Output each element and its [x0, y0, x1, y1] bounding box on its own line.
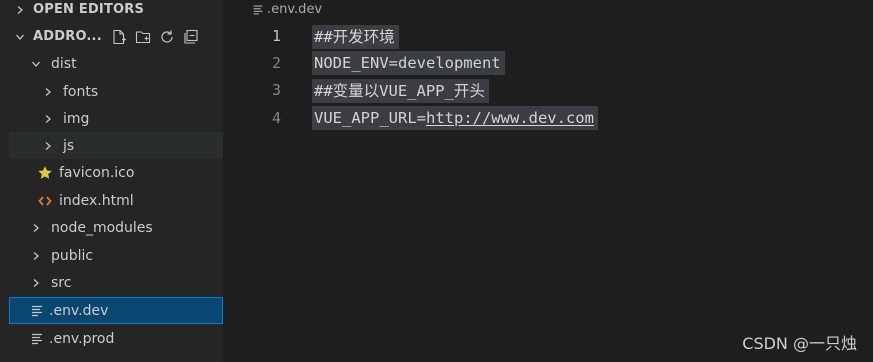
editor-area[interactable]: .env.dev 1 ##开发环境 2 NODE_ENV=development…: [223, 0, 873, 362]
code-text: NODE_ENV=development: [312, 50, 505, 75]
tree-item-label: dist: [51, 55, 77, 72]
star-icon: [37, 165, 53, 181]
tree-item-img[interactable]: img: [9, 105, 223, 132]
html-file-icon: [37, 193, 53, 209]
line-number: 1: [271, 26, 281, 45]
tree-item-label: .env.dev: [49, 302, 109, 319]
refresh-icon[interactable]: [158, 28, 176, 46]
tree-item-src[interactable]: src: [9, 269, 223, 296]
chevron-down-icon: [15, 32, 25, 42]
code-text-content: NODE_ENV=development: [312, 50, 505, 75]
open-editors-header[interactable]: OPEN EDITORS: [9, 0, 223, 23]
line-number: 3: [271, 80, 281, 99]
line-number: 2: [271, 53, 281, 72]
tree-item-fonts[interactable]: fonts: [9, 78, 223, 105]
breadcrumb-file: .env.dev: [267, 2, 323, 17]
code-text-content: ##开发环境: [312, 24, 399, 49]
chevron-right-icon: [43, 141, 53, 151]
open-editors-label: OPEN EDITORS: [33, 2, 145, 17]
tree-item-node-modules[interactable]: node_modules: [9, 214, 223, 241]
chevron-right-icon: [43, 114, 53, 124]
activity-bar-edge: [0, 0, 9, 362]
text-file-icon: [251, 3, 265, 17]
project-label: ADDRO...: [33, 29, 102, 44]
tree-item-public[interactable]: public: [9, 242, 223, 269]
new-file-icon[interactable]: [110, 28, 128, 46]
tree-item-label: fonts: [63, 83, 99, 100]
tree-item-index-html[interactable]: index.html: [9, 187, 223, 214]
text-file-icon: [29, 303, 45, 319]
project-header[interactable]: ADDRO...: [9, 23, 223, 50]
code-text: ##开发环境: [312, 24, 399, 49]
chevron-right-icon: [31, 251, 41, 261]
tree-item-favicon[interactable]: favicon.ico: [9, 159, 223, 186]
line-number: 4: [271, 108, 281, 127]
tree-item-label: index.html: [59, 192, 134, 209]
chevron-right-icon: [15, 5, 25, 15]
chevron-down-icon: [31, 59, 41, 69]
code-text-content: ##变量以VUE_APP_开头: [312, 78, 489, 103]
tree-item-label: node_modules: [51, 219, 153, 236]
code-text: ##变量以VUE_APP_开头: [312, 78, 489, 103]
chevron-right-icon: [31, 278, 41, 288]
explorer-sidebar: OPEN EDITORS ADDRO... dist fonts img js …: [9, 0, 223, 362]
code-text-prefix: VUE_APP_URL=: [314, 108, 426, 127]
tree-item-js[interactable]: js: [9, 132, 223, 159]
code-text: VUE_APP_URL=http://www.dev.com: [312, 105, 598, 130]
code-url-link[interactable]: http://www.dev.com: [426, 109, 594, 127]
tree-item-env-dev[interactable]: .env.dev: [9, 297, 223, 324]
code-text-highlight: VUE_APP_URL=http://www.dev.com: [312, 105, 598, 130]
chevron-right-icon: [31, 223, 41, 233]
collapse-all-icon[interactable]: [182, 28, 200, 46]
breadcrumb[interactable]: .env.dev: [251, 2, 322, 17]
tree-item-label: .env.prod: [49, 330, 115, 347]
text-file-icon: [29, 331, 45, 347]
tree-item-partial: [9, 352, 223, 362]
tree-item-label: public: [51, 247, 94, 264]
chevron-right-icon: [43, 87, 53, 97]
watermark: CSDN @一只烛: [742, 334, 857, 353]
tree-item-label: src: [51, 274, 72, 291]
tree-item-dist[interactable]: dist: [9, 50, 223, 77]
tree-item-label: img: [63, 110, 90, 127]
tree-item-label: js: [63, 137, 75, 154]
tree-item-label: favicon.ico: [59, 164, 135, 181]
new-folder-icon[interactable]: [134, 28, 152, 46]
tree-item-env-prod[interactable]: .env.prod: [9, 325, 223, 352]
